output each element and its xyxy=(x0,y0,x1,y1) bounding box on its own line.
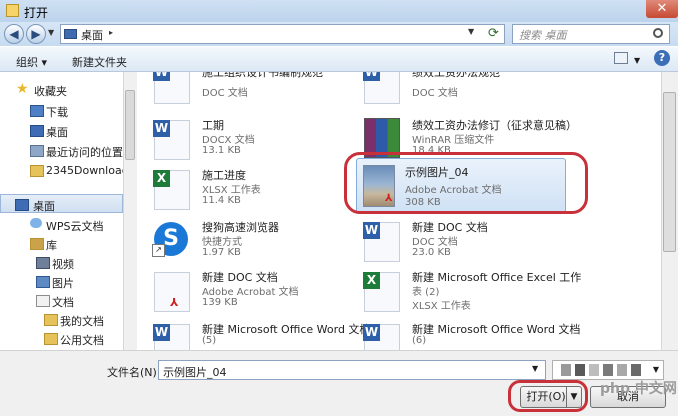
navigation-pane: ★ 收藏夹 下载 桌面 最近访问的位置 2345Downloads 桌面 WPS… xyxy=(0,72,134,352)
file-item-new-doc-pdf[interactable]: ⅄ 新建 DOC 文档 Adobe Acrobat 文档 139 KB xyxy=(140,268,370,312)
help-icon[interactable]: ? xyxy=(654,50,670,66)
view-options-icon[interactable] xyxy=(614,52,628,64)
history-dropdown-icon[interactable]: ▼ xyxy=(48,28,54,37)
file-item-new-doc[interactable]: W 新建 DOC 文档 DOC 文档 23.0 KB xyxy=(350,218,580,262)
address-bar[interactable]: 桌面 ▸ xyxy=(60,24,505,44)
star-icon: ★ xyxy=(16,81,29,97)
window-title: 打开 xyxy=(24,6,49,20)
word-icon: W xyxy=(363,222,400,262)
address-text: 桌面 xyxy=(81,29,103,42)
search-icon[interactable] xyxy=(653,28,663,38)
file-item-new-word-6[interactable]: W 新建 Microsoft Office Word 文档 (6) xyxy=(350,320,580,350)
open-highlight-ring xyxy=(508,380,588,412)
desktop-icon xyxy=(64,29,77,39)
file-item-sogou[interactable]: S ↗ 搜狗高速浏览器 快捷方式 1.97 KB xyxy=(140,218,370,262)
file-list-scroll-thumb[interactable] xyxy=(663,92,676,252)
picture-icon xyxy=(36,276,50,288)
recent-places-icon xyxy=(30,145,44,157)
sidebar-item-recent[interactable]: 最近访问的位置 xyxy=(0,141,123,160)
folder-icon xyxy=(6,4,19,17)
sidebar-item-2345downloads[interactable]: 2345Downloads xyxy=(0,161,134,180)
sidebar-item-favorites[interactable]: ★ 收藏夹 xyxy=(0,80,123,99)
title-bar xyxy=(0,0,678,22)
file-item[interactable]: W 施工组织设计书编制规范 DOC 文档 xyxy=(140,72,370,104)
word-icon: W xyxy=(153,72,190,104)
file-item[interactable]: W 绩效工资办法规范 DOC 文档 xyxy=(350,72,580,104)
folder-icon xyxy=(44,314,58,326)
file-item-gongqi[interactable]: W 工期 DOCX 文档 13.1 KB xyxy=(140,116,370,160)
sidebar-item-wps-cloud[interactable]: WPS云文档 xyxy=(0,215,123,234)
excel-icon: X xyxy=(363,272,400,312)
sidebar-item-documents[interactable]: 文档 xyxy=(0,291,123,310)
word-icon: W xyxy=(363,72,400,104)
word-icon: W xyxy=(153,120,190,160)
excel-icon: X xyxy=(153,170,190,210)
filename-label: 文件名(N): xyxy=(107,366,161,379)
desktop-icon xyxy=(30,125,44,137)
close-button[interactable]: ✕ xyxy=(646,0,678,18)
sidebar-item-desktop[interactable]: 桌面 xyxy=(0,121,123,140)
word-icon: W xyxy=(363,324,400,350)
address-dropdown-icon[interactable]: ▼ xyxy=(468,27,474,36)
file-item-shigong-jindu[interactable]: X 施工进度 XLSX 工作表 11.4 KB xyxy=(140,166,370,210)
search-input[interactable]: 搜索 桌面 xyxy=(512,24,670,44)
breadcrumb-arrow-icon[interactable]: ▸ xyxy=(109,28,113,37)
filename-dropdown-icon[interactable]: ▼ xyxy=(532,364,538,373)
folder-icon xyxy=(44,333,58,345)
sidebar-scroll-thumb[interactable] xyxy=(125,90,135,160)
sidebar-item-public-documents[interactable]: 公用文档 xyxy=(0,329,123,348)
sidebar-item-videos[interactable]: 视频 xyxy=(0,253,123,272)
library-icon xyxy=(30,238,44,250)
chevron-down-icon: ▼ xyxy=(652,365,659,374)
file-item-new-excel[interactable]: X 新建 Microsoft Office Excel 工作 表 (2) XLS… xyxy=(350,268,581,312)
download-icon xyxy=(30,105,44,117)
shortcut-arrow-icon: ↗ xyxy=(152,244,165,257)
sidebar-item-pictures[interactable]: 图片 xyxy=(0,272,123,291)
search-placeholder: 搜索 桌面 xyxy=(519,29,567,42)
sidebar-item-libraries[interactable]: 库 xyxy=(0,234,123,253)
filename-value: 示例图片_04 xyxy=(163,366,227,379)
refresh-icon[interactable]: ⟳ xyxy=(488,26,499,41)
filename-input[interactable]: 示例图片_04 xyxy=(158,360,546,380)
sidebar-item-downloads[interactable]: 下载 xyxy=(0,101,123,120)
video-icon xyxy=(36,257,50,269)
folder-icon xyxy=(30,165,44,177)
sidebar-item-my-documents[interactable]: 我的文档 xyxy=(0,310,123,329)
cloud-icon xyxy=(30,218,42,228)
new-folder-button[interactable]: 新建文件夹 xyxy=(72,54,127,70)
highlight-ring xyxy=(344,152,588,214)
forward-icon[interactable]: ▶ xyxy=(26,24,46,44)
word-icon: W xyxy=(153,324,190,350)
sidebar-item-desktop-root[interactable]: 桌面 xyxy=(0,194,123,213)
document-icon xyxy=(36,295,50,307)
desktop-icon xyxy=(15,199,29,211)
view-dropdown-icon[interactable]: ▼ xyxy=(634,56,640,65)
file-type-select[interactable]: ▼ xyxy=(552,360,664,380)
organize-button[interactable]: 组织 ▾ xyxy=(16,54,47,70)
watermark: php 中文网 xyxy=(600,381,677,397)
acrobat-icon: ⅄ xyxy=(170,296,179,309)
file-item-new-word-5[interactable]: W 新建 Microsoft Office Word 文档 (5) xyxy=(140,320,370,350)
back-icon[interactable]: ◀ xyxy=(4,24,24,44)
